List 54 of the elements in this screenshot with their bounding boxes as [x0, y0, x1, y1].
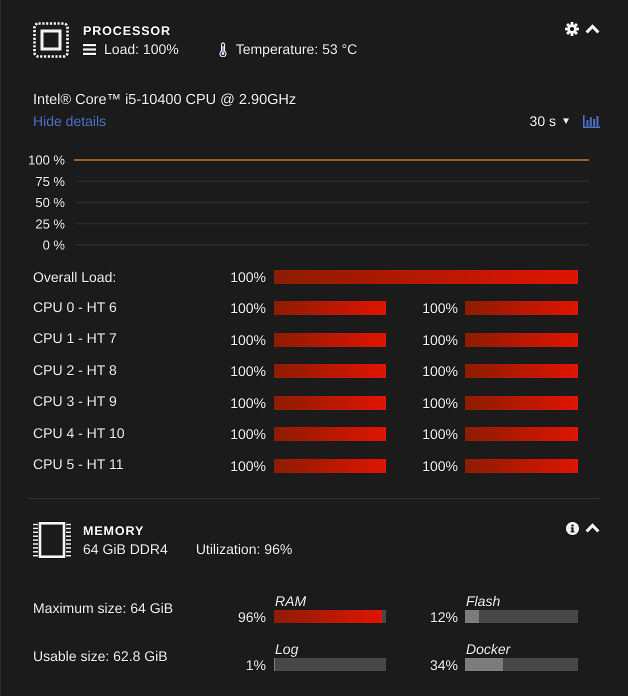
utilization-text: Utilization: 96% [196, 540, 292, 558]
load-reading: 100% [422, 456, 458, 475]
load-reading: 100% [230, 299, 266, 318]
list-icon [83, 44, 96, 54]
load-reading: 100% [230, 330, 266, 349]
info-icon[interactable] [566, 522, 579, 534]
usage-reading: 1% [246, 656, 266, 674]
load-reading: 100% [422, 362, 458, 380]
usage-reading: 34% [430, 656, 458, 674]
axis-label: 0 % [42, 238, 65, 250]
memory-capacity-text: 64 GiB DDR4 [83, 540, 168, 558]
load-reading: 100% [422, 330, 458, 349]
gauge-name: Log [275, 640, 298, 656]
load-reading: 100% [230, 362, 266, 380]
usage-reading: 96% [238, 608, 266, 626]
interval-dropdown[interactable]: 30 s [530, 112, 569, 130]
size-label: Usable size: 62.8 GiB [33, 646, 168, 664]
core-label: CPU 4 - HT 10 [33, 424, 125, 442]
usage-reading: 12% [430, 608, 458, 626]
gauge-name: Docker [466, 640, 510, 656]
cpu-model-text: Intel® Core™ i5-10400 CPU @ 2.90GHz [33, 91, 298, 109]
caret-down-icon [563, 118, 569, 124]
core-label: CPU 0 - HT 6 [33, 298, 117, 316]
load-reading: 100% [230, 394, 266, 412]
core-label: CPU 3 - HT 9 [33, 392, 117, 410]
thermometer-icon [218, 42, 227, 56]
load-text: Load: 100% [104, 40, 179, 58]
panel-title: MEMORY [83, 522, 146, 540]
panel-title: PROCESSOR [83, 23, 172, 40]
core-label: CPU 1 - HT 7 [33, 329, 117, 348]
load-reading: 100% [230, 456, 266, 475]
gauge-name: Flash [466, 592, 500, 608]
size-label: Maximum size: 64 GiB [33, 598, 174, 616]
core-label: CPU 5 - HT 11 [33, 455, 124, 474]
load-reading: 100% [230, 425, 266, 444]
bar-chart-icon[interactable] [583, 114, 600, 128]
chevron-up-icon[interactable] [585, 24, 600, 34]
overall-load-label: Overall Load: [33, 268, 116, 286]
load-reading: 100% [422, 394, 458, 412]
hide-details-link[interactable]: Hide details [33, 112, 106, 130]
temperature-text: Temperature: 53 °C [236, 40, 358, 58]
memory-chip-icon [33, 522, 71, 558]
load-reading: 100% [422, 425, 458, 444]
axis-label: 75 % [35, 174, 65, 189]
axis-label: 25 % [35, 216, 65, 232]
load-reading: 100% [230, 268, 266, 286]
chevron-up-icon[interactable] [585, 523, 600, 533]
settings-gear-icon[interactable] [565, 22, 579, 36]
gauge-name: RAM [275, 592, 306, 608]
load-reading: 100% [422, 299, 458, 318]
processor-chip-icon [33, 22, 69, 58]
axis-label: 100 % [28, 152, 65, 168]
axis-label: 50 % [35, 195, 65, 210]
core-label: CPU 2 - HT 8 [33, 360, 117, 379]
